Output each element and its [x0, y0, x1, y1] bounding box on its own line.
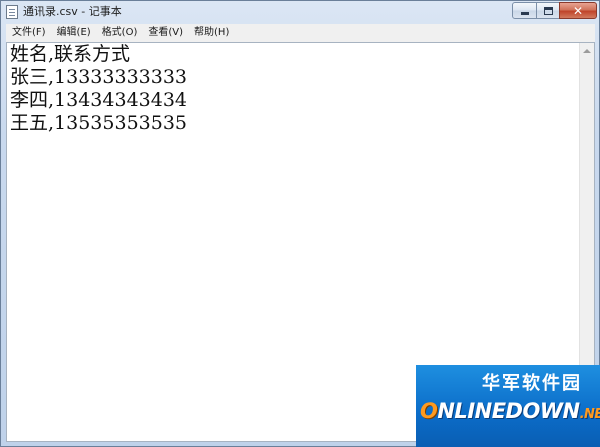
- text-line-header: 姓名,联系方式: [10, 43, 131, 65]
- close-button[interactable]: ✕: [559, 2, 597, 19]
- text-line: 张三,13333333333: [10, 66, 188, 88]
- window-title: 通讯录.csv - 记事本: [23, 5, 122, 18]
- menu-format[interactable]: 格式(O): [96, 24, 143, 42]
- menu-bar: 文件(F) 编辑(E) 格式(O) 查看(V) 帮助(H): [6, 24, 595, 42]
- text-line: 李四,13434343434: [10, 89, 188, 111]
- watermark-logo: ONLINEDOWN.NET: [420, 399, 600, 423]
- maximize-icon: [543, 6, 553, 15]
- menu-edit[interactable]: 编辑(E): [51, 24, 96, 42]
- minimize-icon: [520, 12, 529, 15]
- arrow-up-icon: [583, 48, 591, 53]
- close-icon: ✕: [572, 3, 584, 18]
- watermark-logo-o: O: [420, 399, 438, 423]
- site-watermark: 华军软件园 ONLINEDOWN.NET: [416, 365, 600, 447]
- maximize-button[interactable]: [536, 2, 560, 19]
- menu-file[interactable]: 文件(F): [6, 24, 51, 42]
- notepad-icon[interactable]: [6, 5, 18, 19]
- watermark-logo-text: NLINEDOWN: [437, 399, 580, 423]
- text-line: 王五,13535353535: [10, 112, 188, 134]
- watermark-logo-tld: .NET: [579, 407, 600, 422]
- title-bar[interactable]: 通讯录.csv - 记事本 ✕: [1, 1, 599, 23]
- watermark-title: 华军软件园: [482, 373, 582, 394]
- minimize-button[interactable]: [512, 2, 537, 19]
- document-text[interactable]: 姓名,联系方式 张三,13333333333 李四,13434343434 王五…: [10, 43, 580, 135]
- menu-help[interactable]: 帮助(H): [188, 24, 234, 42]
- menu-view[interactable]: 查看(V): [142, 24, 188, 42]
- scroll-up-button[interactable]: [580, 43, 594, 58]
